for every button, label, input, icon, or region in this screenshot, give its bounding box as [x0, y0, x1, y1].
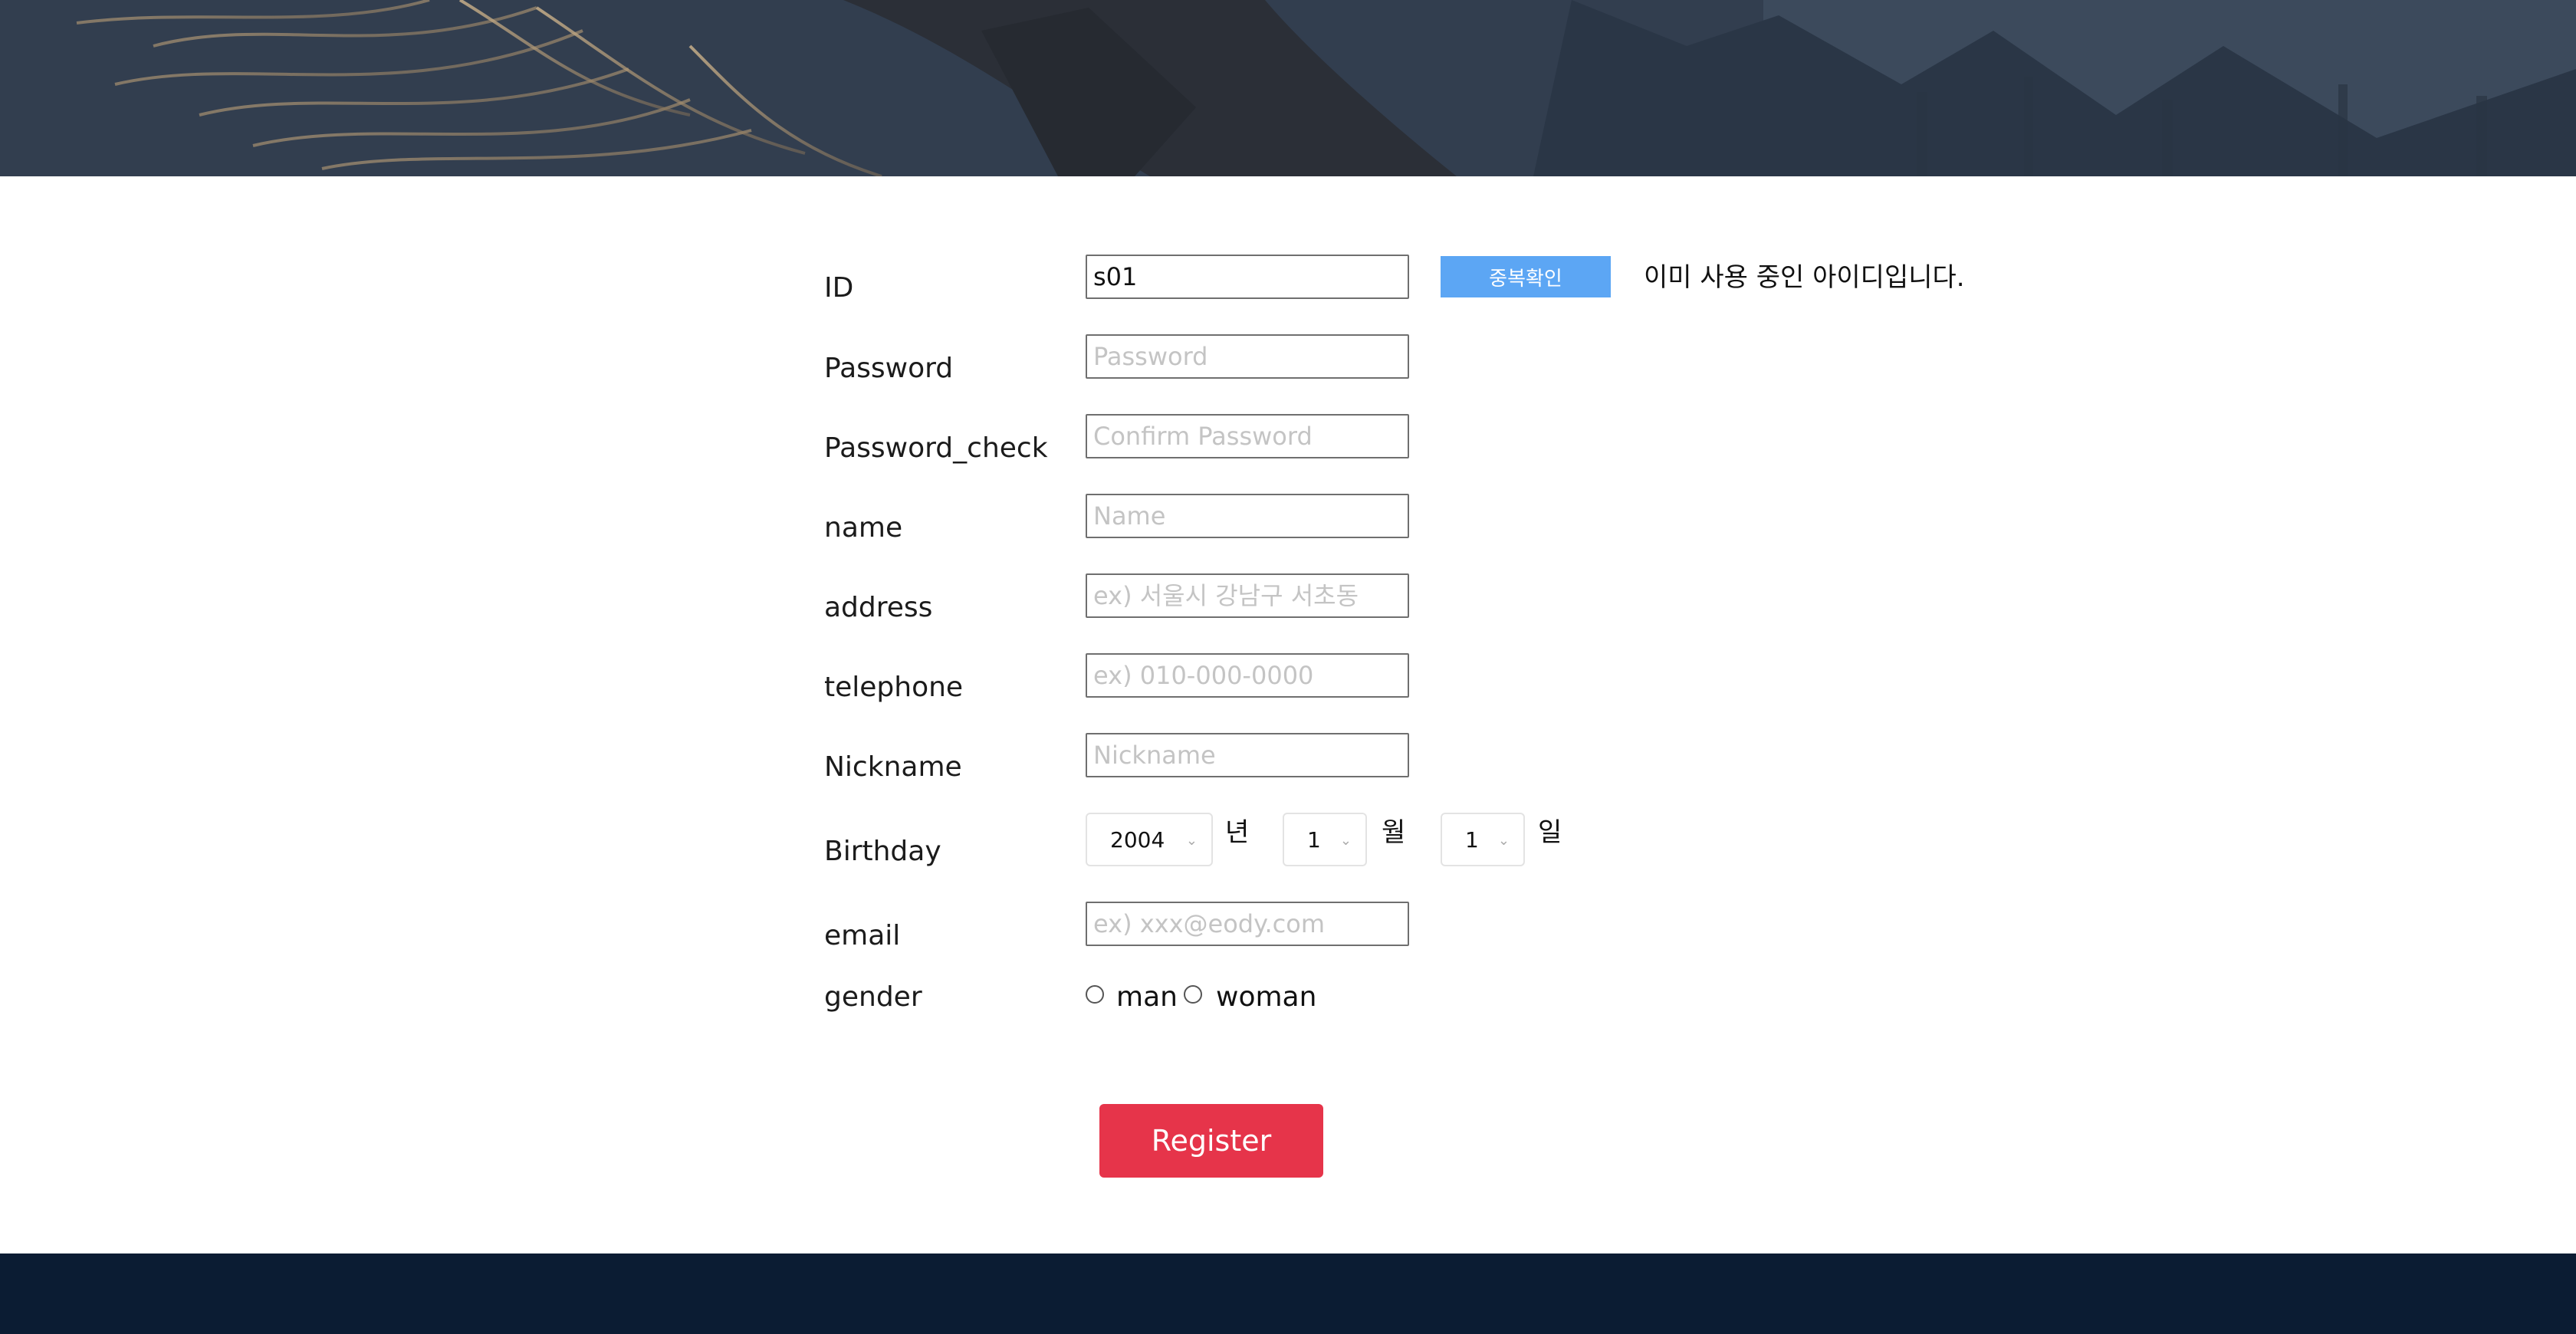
id-label: ID: [824, 272, 854, 304]
name-label: name: [824, 512, 903, 544]
duplicate-check-button[interactable]: 중복확인: [1441, 256, 1611, 297]
telephone-input[interactable]: [1086, 653, 1409, 698]
password-check-input[interactable]: [1086, 414, 1409, 458]
birth-year-select[interactable]: 2004 ⌄: [1086, 813, 1213, 866]
birthday-label: Birthday: [824, 836, 941, 867]
id-input[interactable]: [1086, 255, 1409, 299]
footer: [0, 1254, 2576, 1334]
name-input[interactable]: [1086, 494, 1409, 538]
gender-woman-radio[interactable]: [1184, 985, 1202, 1004]
birth-day-select[interactable]: 1 ⌄: [1441, 813, 1525, 866]
birth-day-value: 1: [1465, 826, 1479, 853]
birth-month-value: 1: [1307, 826, 1321, 853]
month-unit-label: 월: [1382, 817, 1406, 848]
birth-month-select[interactable]: 1 ⌄: [1283, 813, 1367, 866]
gender-woman-label: woman: [1216, 981, 1317, 1013]
nickname-label: Nickname: [824, 751, 962, 783]
chevron-down-icon: ⌄: [1497, 833, 1510, 849]
chevron-down-icon: ⌄: [1185, 833, 1198, 849]
password-check-label: Password_check: [824, 432, 1048, 464]
register-button[interactable]: Register: [1099, 1104, 1323, 1178]
password-input[interactable]: [1086, 334, 1409, 379]
day-unit-label: 일: [1538, 817, 1562, 848]
address-input[interactable]: [1086, 573, 1409, 618]
birth-year-value: 2004: [1110, 826, 1165, 853]
address-label: address: [824, 592, 933, 623]
chevron-down-icon: ⌄: [1339, 833, 1352, 849]
email-input[interactable]: [1086, 902, 1409, 946]
telephone-label: telephone: [824, 672, 964, 703]
email-label: email: [824, 920, 901, 951]
gender-man-label: man: [1116, 981, 1178, 1013]
password-label: Password: [824, 353, 954, 384]
id-status-message: 이미 사용 중인 아이디입니다.: [1644, 262, 1965, 293]
year-unit-label: 년: [1225, 817, 1250, 848]
gender-label: gender: [824, 981, 922, 1013]
signup-form: ID 중복확인 이미 사용 중인 아이디입니다. Password Passwo…: [0, 0, 2576, 1334]
gender-man-radio[interactable]: [1086, 985, 1104, 1004]
nickname-input[interactable]: [1086, 733, 1409, 777]
